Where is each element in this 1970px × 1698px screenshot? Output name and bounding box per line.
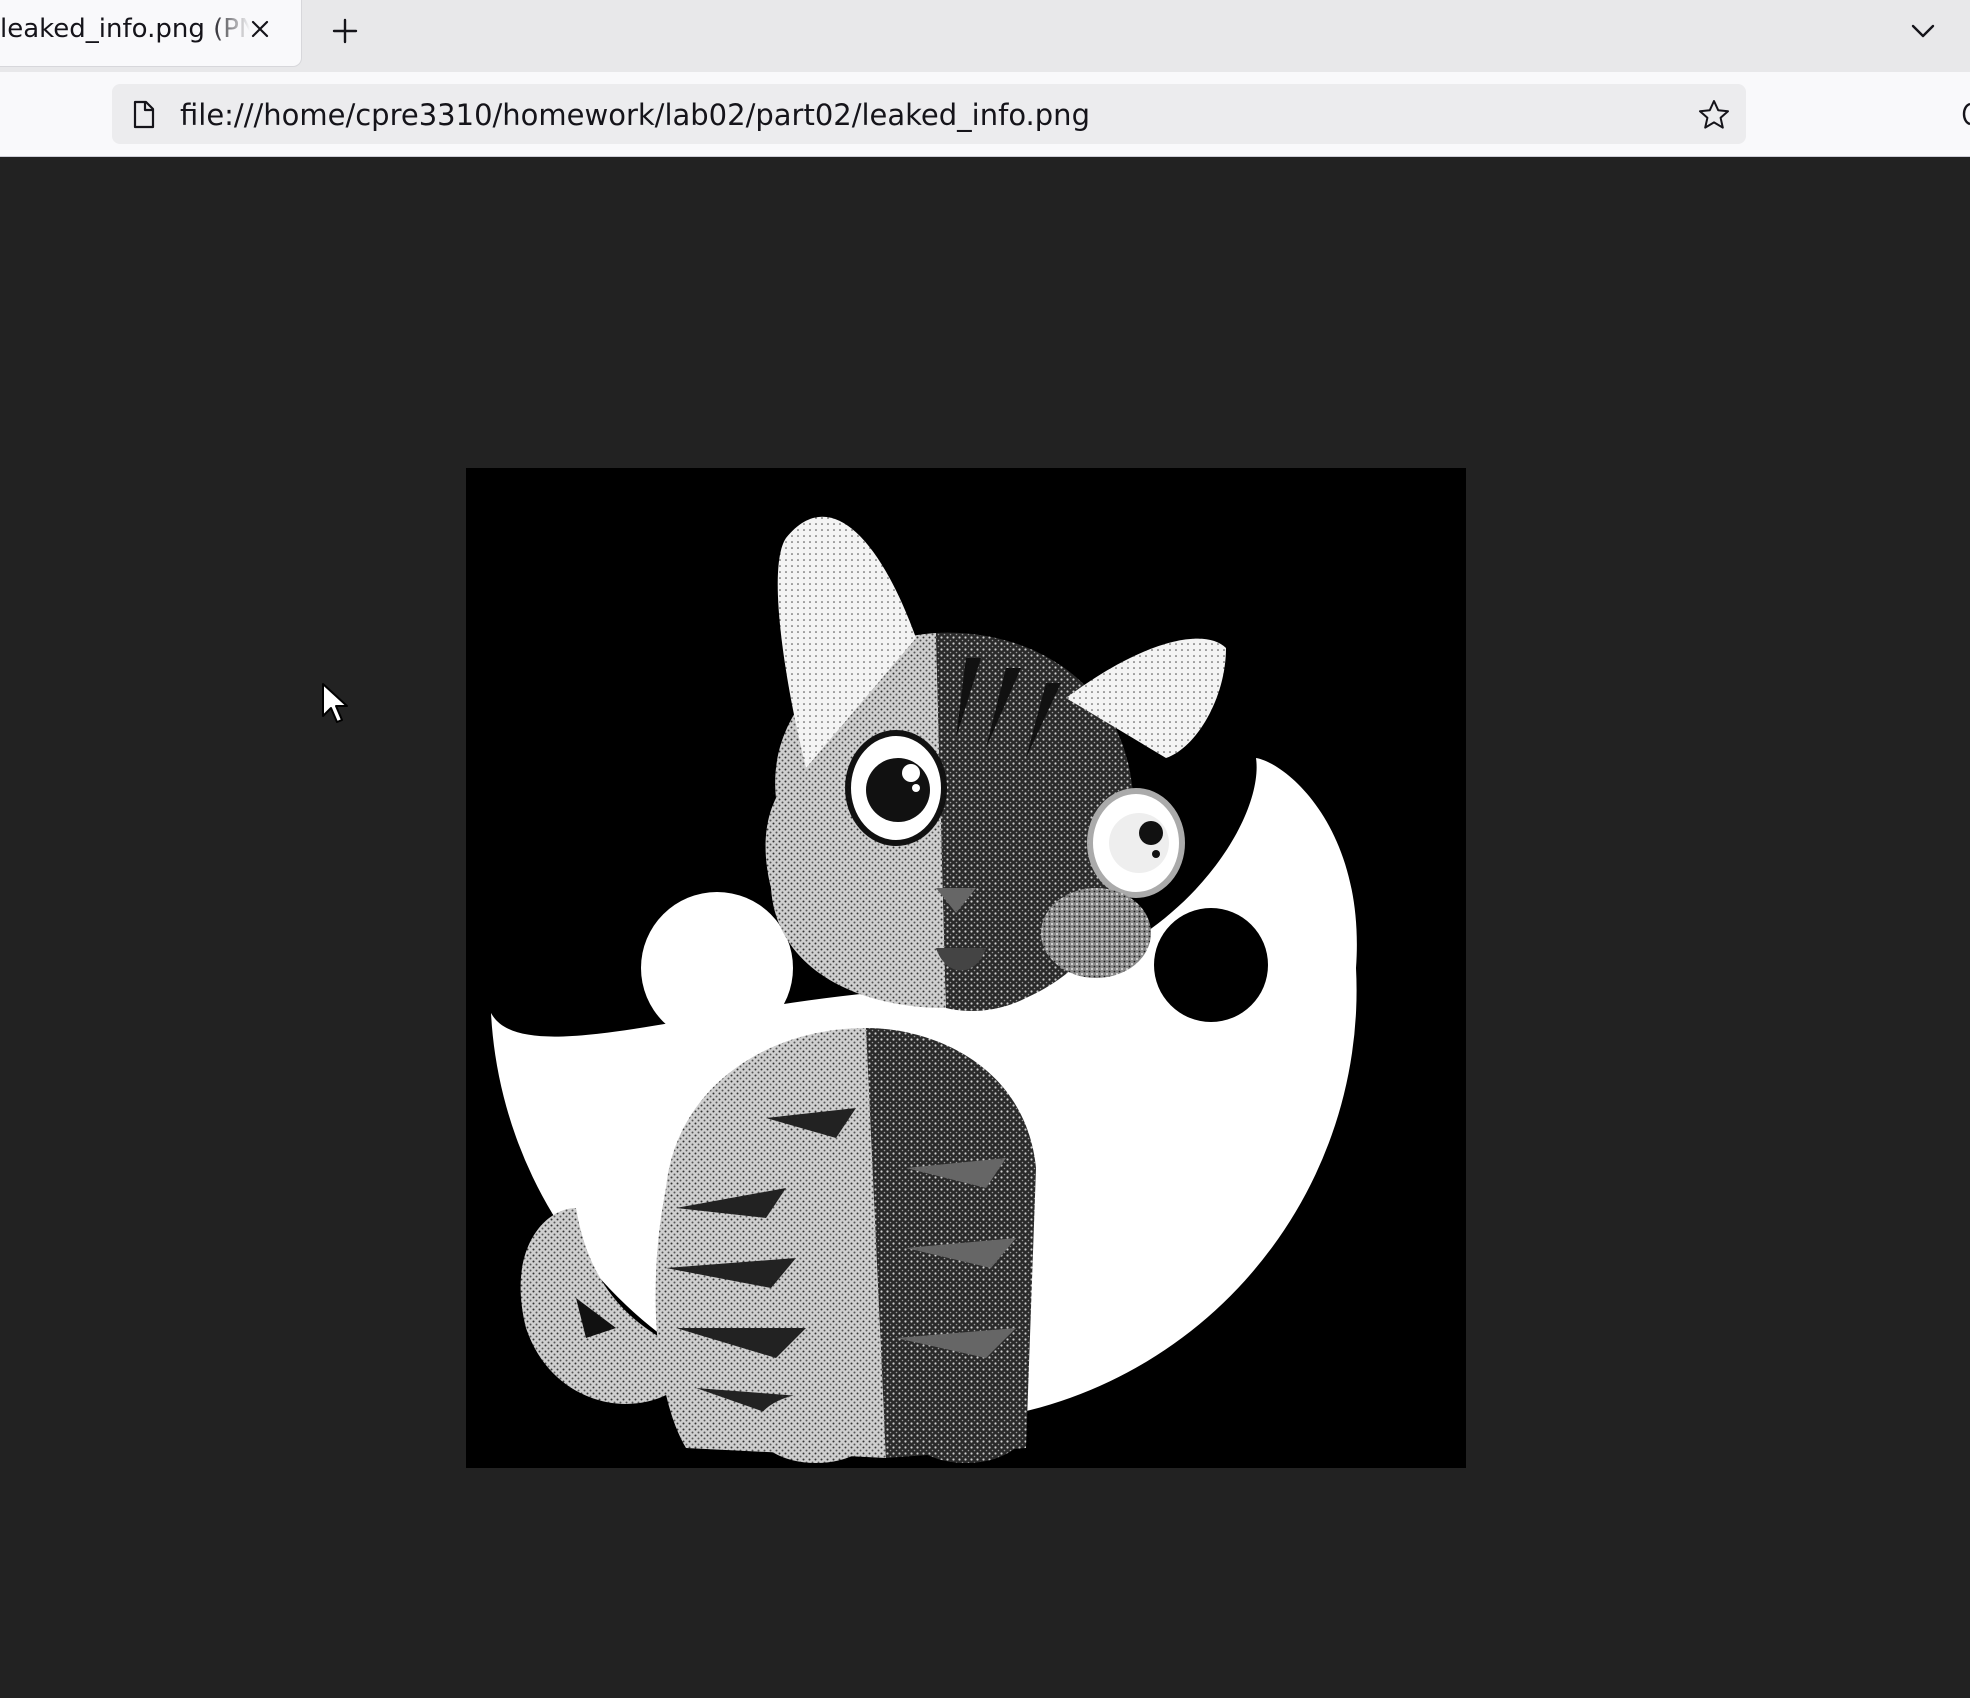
star-icon[interactable] xyxy=(1696,97,1732,133)
yin-yang-dot-black xyxy=(1154,908,1268,1022)
cat-paw-left xyxy=(756,1393,876,1463)
url-bar[interactable]: file:///home/cpre3310/homework/lab02/par… xyxy=(112,84,1746,144)
close-icon[interactable] xyxy=(245,14,275,44)
tab-strip: leaked_info.png (PNG Image, 1000 × 1000 … xyxy=(0,0,1970,72)
plus-icon[interactable] xyxy=(328,14,362,48)
navigation-toolbar: file:///home/cpre3310/homework/lab02/par… xyxy=(0,72,1970,157)
document-icon xyxy=(133,100,155,129)
url-input[interactable]: file:///home/cpre3310/homework/lab02/par… xyxy=(180,98,1090,132)
image-display xyxy=(466,468,1466,1468)
cat-paw-right xyxy=(906,1393,1026,1463)
chevron-down-icon[interactable] xyxy=(1906,14,1940,48)
mouse-pointer-icon xyxy=(322,683,348,723)
yin-yang-dot-white xyxy=(641,892,793,1044)
tab-title: leaked_info.png (PNG Image, 1000 × 1000 … xyxy=(0,14,250,44)
extensions-icon[interactable] xyxy=(1960,98,1970,130)
image-viewer xyxy=(0,157,1970,1698)
active-tab[interactable]: leaked_info.png (PNG Image, 1000 × 1000 … xyxy=(0,0,301,66)
